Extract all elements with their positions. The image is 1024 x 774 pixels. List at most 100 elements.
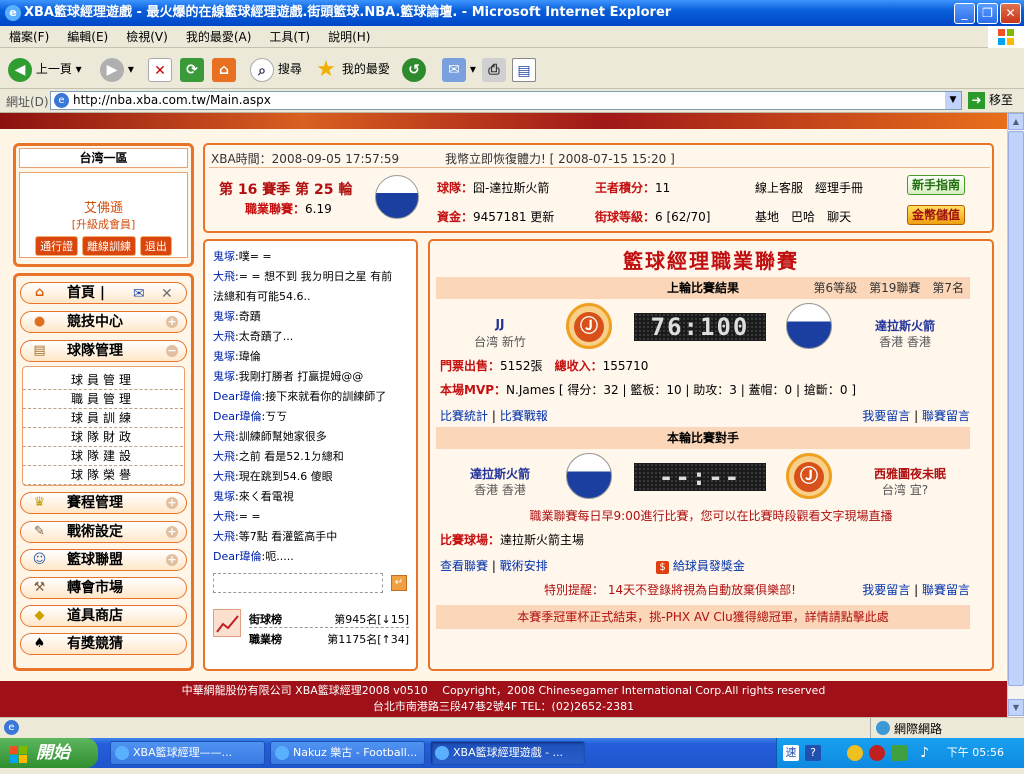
manual-link[interactable]: 經理手冊 — [815, 181, 863, 195]
scroll-down-icon[interactable]: ▼ — [1008, 699, 1024, 716]
close-button[interactable]: ✕ — [1000, 3, 1021, 24]
chat-user[interactable]: 鬼塚 — [213, 370, 235, 383]
search-button[interactable]: ⌕ 搜尋 — [250, 55, 302, 83]
task-xba-active[interactable]: XBA籃球經理遊戲 - ... — [430, 741, 585, 765]
chat-user[interactable]: 大飛 — [213, 510, 235, 523]
stop-button[interactable]: ✕ — [148, 55, 172, 83]
history-button[interactable]: ↺ — [402, 55, 426, 83]
notice-link[interactable]: 我幣立即恢復體力! [ 2008-07-15 15:20 ] — [445, 150, 675, 167]
chat-user[interactable]: Dear瑋倫 — [213, 410, 262, 423]
security-icon[interactable] — [869, 745, 885, 761]
tools-icon[interactable]: ✕ — [161, 284, 173, 304]
submenu-finance[interactable]: 球隊財政 — [23, 428, 183, 447]
scroll-up-icon[interactable]: ▲ — [1008, 113, 1024, 130]
chat-user[interactable]: 大飛 — [213, 330, 235, 343]
nav-schedule[interactable]: ♛ 賽程管理 + — [20, 492, 187, 514]
edit-button[interactable]: ▤ — [512, 55, 536, 83]
mail-button[interactable]: ✉ ▾ — [442, 55, 476, 83]
nav-quiz[interactable]: ♠ 有獎競猜 — [20, 633, 187, 655]
menu-help[interactable]: 說明(H) — [319, 26, 379, 48]
scroll-thumb[interactable] — [1008, 131, 1024, 686]
update-link[interactable]: 更新 — [530, 210, 554, 224]
ime-icon[interactable]: 速 — [783, 745, 799, 761]
volume-icon[interactable]: ♪ — [913, 745, 929, 761]
help-icon[interactable]: ? — [805, 745, 821, 761]
chat-user[interactable]: 鬼塚 — [213, 310, 235, 323]
away-team-name[interactable]: 達拉斯火箭 — [850, 317, 960, 334]
menu-file[interactable]: 檔案(F) — [0, 26, 58, 48]
next-away-team[interactable]: 西雅圖夜未眠 — [850, 465, 970, 482]
send-icon[interactable]: ↵ — [391, 575, 407, 591]
shield-icon[interactable] — [847, 745, 863, 761]
address-input[interactable]: e http://nba.xba.com.tw/Main.aspx ▼ — [50, 91, 962, 110]
chat-link[interactable]: 聊天 — [827, 210, 851, 224]
leave-message-link-2[interactable]: 我要留言 — [862, 583, 910, 597]
league-message-link-2[interactable]: 聯賽留言 — [922, 583, 970, 597]
base-link[interactable]: 基地 — [755, 210, 779, 224]
chat-user[interactable]: Dear瑋倫 — [213, 390, 262, 403]
back-button[interactable]: ◀ 上一頁 ▾ — [8, 55, 82, 83]
go-button[interactable]: ➜ 移至 — [968, 91, 1013, 110]
nav-tactics[interactable]: ✎ 戰術設定 + — [20, 521, 187, 543]
match-stats-link[interactable]: 比賽統計 — [440, 409, 488, 423]
beginner-guide-button[interactable]: 新手指南 — [907, 175, 965, 195]
chat-user[interactable]: Dear瑋倫 — [213, 550, 262, 563]
vertical-scrollbar[interactable]: ▲ ▼ — [1007, 113, 1024, 717]
chat-user[interactable]: 大飛 — [213, 530, 235, 543]
view-league-link[interactable]: 查看聯賽 — [440, 559, 488, 573]
online-service-link[interactable]: 線上客服 — [755, 181, 803, 195]
user-name[interactable]: 艾佛遜 — [20, 197, 187, 216]
chat-user[interactable]: 大飛 — [213, 270, 235, 283]
menu-edit[interactable]: 編輯(E) — [58, 26, 117, 48]
chat-user[interactable]: 鬼塚 — [213, 350, 235, 363]
favorites-button[interactable]: ★ 我的最愛 — [314, 55, 390, 83]
next-home-team[interactable]: 達拉斯火箭 — [450, 465, 550, 482]
nav-shop[interactable]: ◆ 道具商店 — [20, 605, 187, 627]
chat-user[interactable]: 大飛 — [213, 430, 235, 443]
bahamut-link[interactable]: 巴哈 — [791, 210, 815, 224]
passport-button[interactable]: 通行證 — [35, 236, 79, 256]
chat-user[interactable]: 大飛 — [213, 450, 235, 463]
logout-button[interactable]: 退出 — [139, 236, 172, 256]
mail-icon[interactable]: ✉ — [133, 284, 145, 304]
network-icon[interactable] — [891, 745, 907, 761]
submenu-training[interactable]: 球員訓練 — [23, 409, 183, 428]
minimize-button[interactable]: _ — [954, 3, 975, 24]
champion-notice[interactable]: 本賽季冠軍杯正式結束，挑-PHX AV Clu獲得總冠軍，詳情請點擊此處 — [436, 605, 970, 629]
stop-icon: ✕ — [148, 57, 172, 82]
league-message-link[interactable]: 聯賽留言 — [922, 409, 970, 423]
task-xba-1[interactable]: XBA籃球經理——... — [110, 741, 265, 765]
bonus-link[interactable]: $ 給球員發獎金 — [656, 557, 745, 574]
nav-transfer[interactable]: ⚒ 轉會市場 — [20, 577, 187, 599]
menu-favorites[interactable]: 我的最愛(A) — [177, 26, 261, 48]
home-button[interactable]: ⌂ — [212, 55, 236, 83]
user-rank[interactable]: [升級成會員] — [20, 216, 187, 232]
nav-home[interactable]: ⌂ 首頁 | ✉ ✕ — [20, 282, 187, 304]
nav-team[interactable]: ▤ 球隊管理 − — [20, 340, 187, 362]
chat-user[interactable]: 大飛 — [213, 470, 235, 483]
forward-button[interactable]: ▶ ▾ — [100, 55, 134, 83]
gold-topup-button[interactable]: 金幣儲值 — [907, 205, 965, 225]
nav-arena[interactable]: ● 競技中心 + — [20, 311, 187, 333]
tactics-link[interactable]: 戰術安排 — [500, 559, 548, 573]
menu-view[interactable]: 檢視(V) — [117, 26, 177, 48]
submenu-honors[interactable]: 球隊榮譽 — [23, 466, 183, 485]
refresh-button[interactable]: ⟳ — [180, 55, 204, 83]
menu-tools[interactable]: 工具(T) — [260, 26, 319, 48]
chat-user[interactable]: 鬼塚 — [213, 490, 235, 503]
maximize-button[interactable]: ❐ — [977, 3, 998, 24]
offline-training-button[interactable]: 離線訓練 — [82, 236, 136, 256]
nav-league[interactable]: ☺ 籃球聯盟 + — [20, 549, 187, 571]
chat-input[interactable] — [213, 573, 383, 593]
print-button[interactable]: ⎙ — [482, 55, 506, 83]
start-button[interactable]: 開始 — [0, 738, 98, 768]
leave-message-link[interactable]: 我要留言 — [862, 409, 910, 423]
submenu-construction[interactable]: 球隊建設 — [23, 447, 183, 466]
submenu-player-mgmt[interactable]: 球員管理 — [23, 371, 183, 390]
match-report-link[interactable]: 比賽戰報 — [500, 409, 548, 423]
address-dropdown-icon[interactable]: ▼ — [945, 92, 961, 109]
task-nakuz[interactable]: Nakuz 樂古 - Football... — [270, 741, 425, 765]
home-team-name[interactable]: JJ — [450, 317, 550, 331]
submenu-staff-mgmt[interactable]: 職員管理 — [23, 390, 183, 409]
chat-user[interactable]: 鬼塚 — [213, 250, 235, 263]
